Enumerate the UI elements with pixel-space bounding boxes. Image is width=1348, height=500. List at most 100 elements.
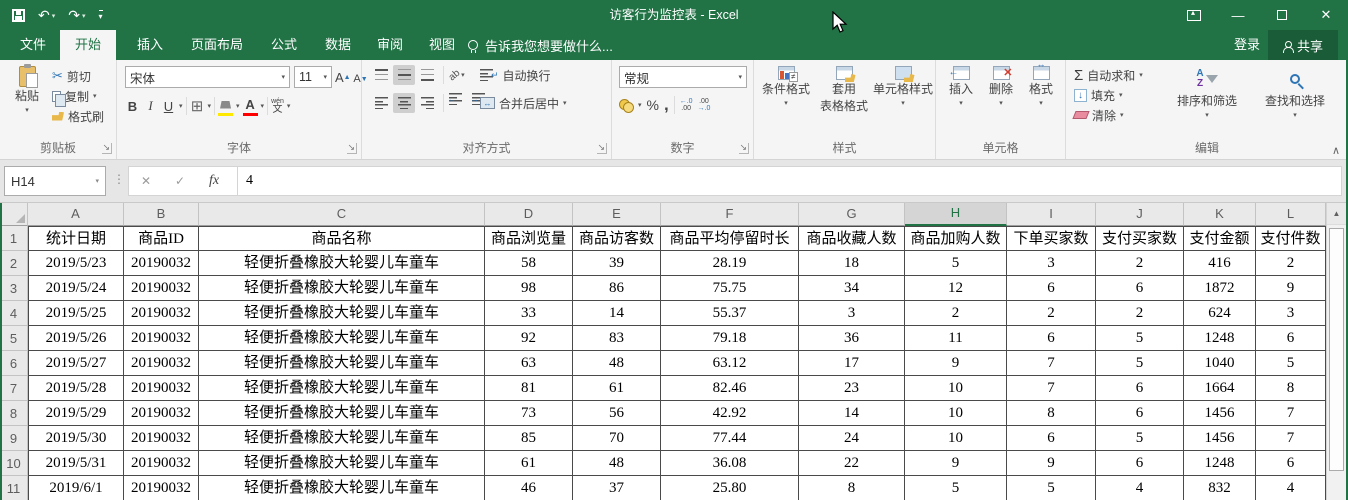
align-top-button[interactable] — [370, 65, 392, 85]
cell-I8[interactable]: 8 — [1007, 401, 1096, 426]
cancel-icon[interactable]: ✕ — [129, 174, 163, 188]
cell-K8[interactable]: 1456 — [1184, 401, 1256, 426]
cell-F11[interactable]: 25.80 — [661, 476, 799, 500]
row-header-11[interactable]: 11 — [0, 476, 28, 500]
cell-E7[interactable]: 61 — [573, 376, 661, 401]
tab-review[interactable]: 审阅 — [364, 30, 416, 60]
cell-L10[interactable]: 6 — [1256, 451, 1326, 476]
cell-J5[interactable]: 5 — [1096, 326, 1184, 351]
cell-C2[interactable]: 轻便折叠橡胶大轮婴儿车童车 — [199, 251, 485, 276]
ribbon-display-options-button[interactable] — [1172, 0, 1216, 30]
row-header-4[interactable]: 4 — [0, 301, 28, 326]
cell-E6[interactable]: 48 — [573, 351, 661, 376]
cell-B8[interactable]: 20190032 — [124, 401, 199, 426]
scrollbar-thumb[interactable] — [1329, 228, 1344, 471]
cell-E1[interactable]: 商品访客数 — [573, 226, 661, 251]
cell-C1[interactable]: 商品名称 — [199, 226, 485, 251]
row-header-10[interactable]: 10 — [0, 451, 28, 476]
comma-style-button[interactable]: , — [664, 96, 669, 113]
formula-bar-value[interactable]: 4 — [238, 173, 253, 189]
cell-A10[interactable]: 2019/5/31 — [28, 451, 124, 476]
cell-K5[interactable]: 1248 — [1184, 326, 1256, 351]
cell-H1[interactable]: 商品加购人数 — [905, 226, 1007, 251]
cell-J1[interactable]: 支付买家数 — [1096, 226, 1184, 251]
format-painter-button[interactable]: 格式刷 — [52, 106, 104, 126]
cell-D9[interactable]: 85 — [485, 426, 573, 451]
wrap-text-button[interactable]: ↵ 自动换行 — [480, 65, 551, 85]
row-header-8[interactable]: 8 — [0, 401, 28, 426]
scroll-up-icon[interactable]: ▲ — [1327, 203, 1346, 225]
cell-I3[interactable]: 6 — [1007, 276, 1096, 301]
orientation-icon[interactable]: ab — [447, 67, 463, 83]
cell-I9[interactable]: 6 — [1007, 426, 1096, 451]
cell-I7[interactable]: 7 — [1007, 376, 1096, 401]
cell-D6[interactable]: 63 — [485, 351, 573, 376]
cell-I4[interactable]: 2 — [1007, 301, 1096, 326]
row-header-5[interactable]: 5 — [0, 326, 28, 351]
column-header-E[interactable]: E — [573, 203, 661, 226]
cell-F6[interactable]: 63.12 — [661, 351, 799, 376]
cell-C9[interactable]: 轻便折叠橡胶大轮婴儿车童车 — [199, 426, 485, 451]
cell-A4[interactable]: 2019/5/25 — [28, 301, 124, 326]
accounting-format-icon[interactable] — [619, 99, 634, 113]
cell-D4[interactable]: 33 — [485, 301, 573, 326]
cell-D10[interactable]: 61 — [485, 451, 573, 476]
fill-color-button[interactable] — [218, 96, 234, 116]
row-header-6[interactable]: 6 — [0, 351, 28, 376]
cell-B6[interactable]: 20190032 — [124, 351, 199, 376]
vertical-scrollbar[interactable]: ▲ — [1326, 203, 1346, 500]
cell-D7[interactable]: 81 — [485, 376, 573, 401]
cell-K4[interactable]: 624 — [1184, 301, 1256, 326]
cell-H10[interactable]: 9 — [905, 451, 1007, 476]
cell-A2[interactable]: 2019/5/23 — [28, 251, 124, 276]
cell-L7[interactable]: 8 — [1256, 376, 1326, 401]
cell-K1[interactable]: 支付金额 — [1184, 226, 1256, 251]
tab-page-layout[interactable]: 页面布局 — [178, 30, 256, 60]
number-dialog-launcher-icon[interactable]: ↘ — [739, 143, 749, 154]
cell-K10[interactable]: 1248 — [1184, 451, 1256, 476]
cell-A6[interactable]: 2019/5/27 — [28, 351, 124, 376]
cell-D11[interactable]: 46 — [485, 476, 573, 500]
align-center-button[interactable] — [393, 93, 415, 113]
clear-button[interactable]: 清除 ▾ — [1072, 105, 1143, 125]
tab-insert[interactable]: 插入 — [124, 30, 176, 60]
cell-C5[interactable]: 轻便折叠橡胶大轮婴儿车童车 — [199, 326, 485, 351]
cell-H11[interactable]: 5 — [905, 476, 1007, 500]
cell-J7[interactable]: 6 — [1096, 376, 1184, 401]
cell-B7[interactable]: 20190032 — [124, 376, 199, 401]
sign-in-link[interactable]: 登录 — [1234, 30, 1260, 60]
tell-me-box[interactable]: 告诉我您想要做什么... — [468, 30, 613, 60]
cell-L1[interactable]: 支付件数 — [1256, 226, 1326, 251]
cell-L5[interactable]: 6 — [1256, 326, 1326, 351]
cell-G10[interactable]: 22 — [799, 451, 905, 476]
cell-G8[interactable]: 14 — [799, 401, 905, 426]
cell-C6[interactable]: 轻便折叠橡胶大轮婴儿车童车 — [199, 351, 485, 376]
tab-data[interactable]: 数据 — [312, 30, 364, 60]
cell-A3[interactable]: 2019/5/24 — [28, 276, 124, 301]
increase-font-size-button[interactable]: A ▲ — [335, 67, 351, 87]
cell-E9[interactable]: 70 — [573, 426, 661, 451]
copy-button[interactable]: 复制 ▾ — [52, 86, 104, 107]
share-button[interactable]: 共享 — [1268, 30, 1338, 60]
cell-G4[interactable]: 3 — [799, 301, 905, 326]
cell-J3[interactable]: 6 — [1096, 276, 1184, 301]
cell-I1[interactable]: 下单买家数 — [1007, 226, 1096, 251]
cell-K2[interactable]: 416 — [1184, 251, 1256, 276]
delete-cells-button[interactable]: ✕ 删除 ▾ — [982, 66, 1020, 107]
font-size-select[interactable]: 11 ▾ — [294, 66, 332, 88]
cell-B1[interactable]: 商品ID — [124, 226, 199, 251]
percent-style-button[interactable]: % — [647, 97, 659, 113]
cell-F2[interactable]: 28.19 — [661, 251, 799, 276]
cell-H2[interactable]: 5 — [905, 251, 1007, 276]
cell-C3[interactable]: 轻便折叠橡胶大轮婴儿车童车 — [199, 276, 485, 301]
cell-L8[interactable]: 7 — [1256, 401, 1326, 426]
name-box[interactable]: H14 ▾ — [4, 166, 106, 196]
cell-D8[interactable]: 73 — [485, 401, 573, 426]
cell-J11[interactable]: 4 — [1096, 476, 1184, 500]
column-header-K[interactable]: K — [1184, 203, 1256, 226]
cell-A9[interactable]: 2019/5/30 — [28, 426, 124, 451]
cell-E3[interactable]: 86 — [573, 276, 661, 301]
borders-button[interactable]: ⊞ — [190, 96, 205, 116]
align-bottom-button[interactable] — [416, 65, 438, 85]
cell-B5[interactable]: 20190032 — [124, 326, 199, 351]
